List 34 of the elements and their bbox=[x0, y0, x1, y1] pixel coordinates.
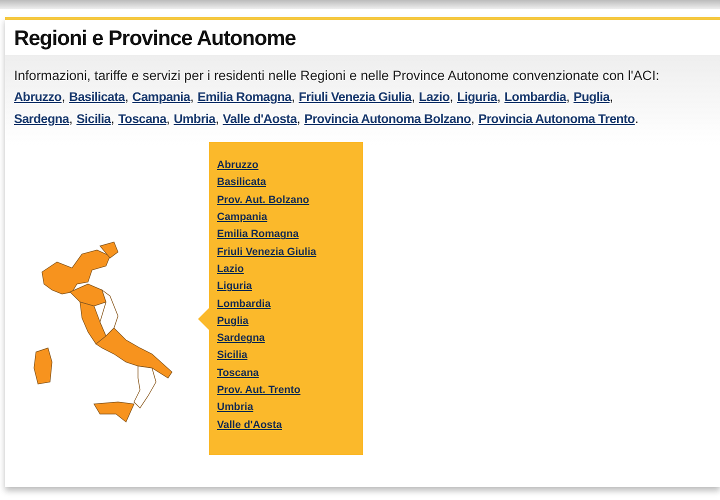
region-link[interactable]: Valle d'Aosta bbox=[222, 112, 297, 126]
region-menu-link[interactable]: Sardegna bbox=[217, 330, 363, 348]
page-title: Regioni e Province Autonome bbox=[13, 26, 297, 52]
region-menu-link[interactable]: Emilia Romagna bbox=[217, 226, 363, 244]
region-menu-link[interactable]: Lazio bbox=[217, 260, 363, 278]
region-link[interactable]: Campania bbox=[132, 90, 190, 104]
region-link[interactable]: Abruzzo bbox=[14, 90, 62, 104]
region-link[interactable]: Emilia Romagna bbox=[198, 90, 292, 104]
region-link[interactable]: Sardegna bbox=[14, 112, 69, 126]
intro-paragraph: Informazioni, tariffe e servizi per i residenti nelle Regioni e nelle Province Autonome convenzionate con l'ACI: Abruzzo, Basilicata, Campania, Emilia Romagna, Friuli Venezia Giulia, Lazio, Liguria, Lombardia, Puglia, Sardegna, Sicilia, Toscana, Umbria, Valle d'Aosta, Provincia Autonoma Bolzano, Provincia Autonoma Trento. bbox=[14, 67, 660, 128]
region-menu-link[interactable]: Prov. Aut. Bolzano bbox=[217, 192, 363, 210]
region-link[interactable]: Provincia Autonoma Bolzano bbox=[304, 112, 471, 126]
region-link[interactable]: Puglia bbox=[574, 90, 610, 104]
region-link[interactable]: Provincia Autonoma Trento bbox=[478, 112, 635, 126]
region-menu-link[interactable]: Campania bbox=[217, 209, 363, 226]
region-menu-link[interactable]: Toscana bbox=[217, 364, 363, 382]
region-menu-link[interactable]: Puglia bbox=[217, 312, 363, 330]
region-link[interactable]: Friuli Venezia Giulia bbox=[298, 90, 412, 104]
region-link[interactable]: Basilicata bbox=[69, 90, 125, 104]
region-link[interactable]: Lombardia bbox=[504, 90, 566, 104]
region-menu-link[interactable]: Abruzzo bbox=[217, 157, 363, 174]
region-link[interactable]: Umbria bbox=[174, 112, 216, 126]
region-menu-link[interactable]: Umbria bbox=[217, 399, 363, 417]
region-link[interactable]: Liguria bbox=[457, 90, 497, 104]
region-menu-link[interactable]: Friuli Venezia Giulia bbox=[217, 244, 363, 261]
region-menu-link[interactable]: Sicilia bbox=[217, 347, 363, 365]
region-menu-link[interactable]: Basilicata bbox=[217, 174, 363, 192]
region-link[interactable]: Sicilia bbox=[76, 112, 111, 126]
region-menu-link[interactable]: Liguria bbox=[217, 278, 363, 296]
region-menu-link[interactable]: Lombardia bbox=[217, 296, 363, 313]
region-link[interactable]: Lazio bbox=[418, 90, 450, 104]
region-link[interactable]: Toscana bbox=[118, 112, 166, 126]
region-menu-link[interactable]: Valle d'Aosta bbox=[217, 416, 363, 434]
region-menu-link[interactable]: Prov. Aut. Trento bbox=[217, 382, 363, 400]
